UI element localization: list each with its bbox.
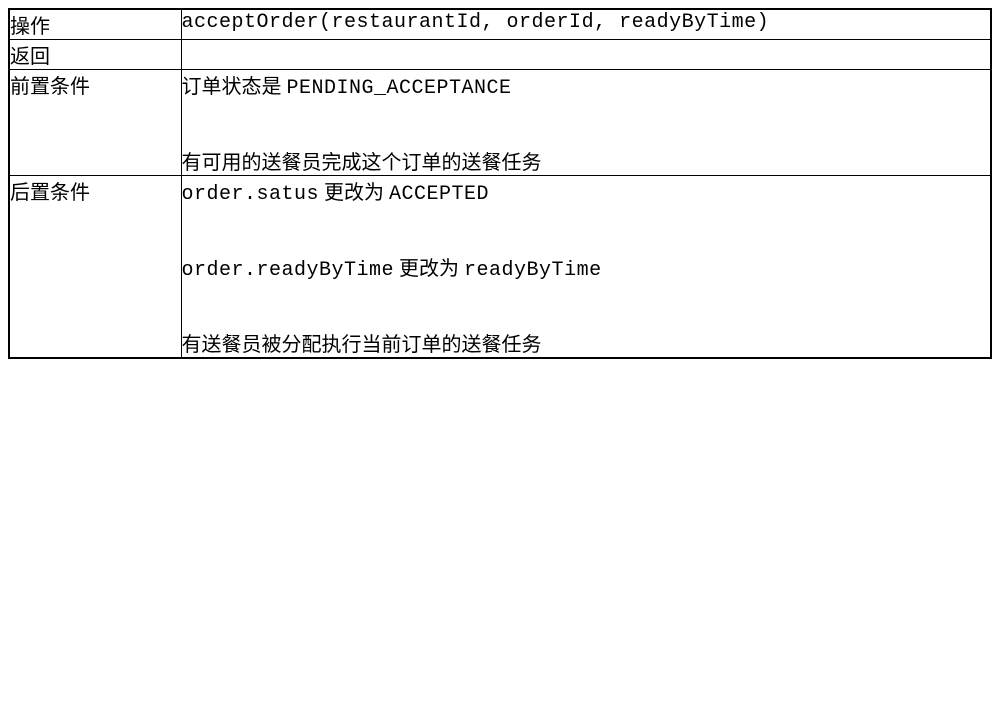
label-precondition: 前置条件: [9, 70, 181, 176]
precondition-line1-mono: PENDING_ACCEPTANCE: [287, 77, 512, 100]
postcondition-line1-mono1: order.satus: [182, 183, 320, 206]
label-postcondition: 后置条件: [9, 176, 181, 359]
operation-spec-table: 操作 acceptOrder(restaurantId, orderId, re…: [8, 8, 992, 359]
postcondition-line2-mid: 更改为: [394, 258, 464, 280]
postcondition-line1-mid: 更改为: [319, 182, 389, 204]
value-returns: [181, 40, 991, 70]
precondition-line1-prefix: 订单状态是: [182, 76, 287, 98]
table-row-operation: 操作 acceptOrder(restaurantId, orderId, re…: [9, 9, 991, 40]
operation-signature: acceptOrder(restaurantId, orderId, ready…: [182, 11, 770, 34]
postcondition-line2: order.readyByTime 更改为 readyByTime: [182, 252, 991, 282]
label-operation: 操作: [9, 9, 181, 40]
postcondition-line2-mono1: order.readyByTime: [182, 259, 395, 282]
table-row-returns: 返回: [9, 40, 991, 70]
value-precondition: 订单状态是 PENDING_ACCEPTANCE 有可用的送餐员完成这个订单的送…: [181, 70, 991, 176]
value-operation: acceptOrder(restaurantId, orderId, ready…: [181, 9, 991, 40]
table-row-postcondition: 后置条件 order.satus 更改为 ACCEPTED order.read…: [9, 176, 991, 359]
precondition-line1: 订单状态是 PENDING_ACCEPTANCE: [182, 70, 991, 100]
postcondition-line1: order.satus 更改为 ACCEPTED: [182, 176, 991, 206]
postcondition-line1-mono2: ACCEPTED: [389, 183, 489, 206]
postcondition-line2-mono2: readyByTime: [464, 259, 602, 282]
table-row-precondition: 前置条件 订单状态是 PENDING_ACCEPTANCE 有可用的送餐员完成这…: [9, 70, 991, 176]
precondition-line2: 有可用的送餐员完成这个订单的送餐任务: [182, 146, 991, 175]
value-postcondition: order.satus 更改为 ACCEPTED order.readyByTi…: [181, 176, 991, 359]
postcondition-line3: 有送餐员被分配执行当前订单的送餐任务: [182, 328, 991, 357]
label-returns: 返回: [9, 40, 181, 70]
